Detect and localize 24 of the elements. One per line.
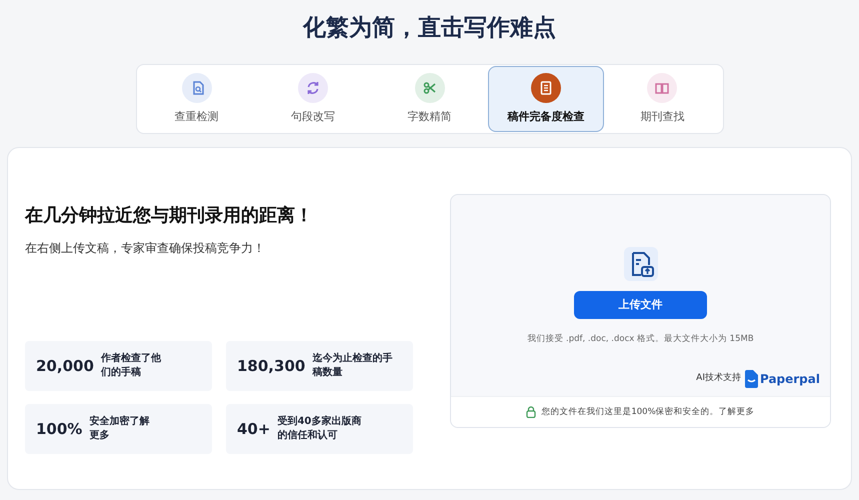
- powered-by-text: AI技术支持: [696, 372, 741, 386]
- stat-label: 安全加密了解更多: [89, 415, 150, 443]
- stat-label: 受到40多家出版商的信任和认可: [277, 415, 362, 443]
- stat-value: 20,000: [36, 356, 94, 377]
- stat-label: 作者检查了他们的手稿: [100, 352, 162, 380]
- stat-value: 180,300: [237, 356, 306, 377]
- page-heading: 化繁为简，直击写作难点: [303, 14, 556, 43]
- security-note: 您的文件在我们这里是100%保密和安全的。了解更多: [541, 406, 755, 418]
- logo-icon: [744, 370, 758, 388]
- file-upload-icon: [624, 247, 658, 281]
- stat-value: 100%: [36, 418, 82, 440]
- stat-label: 迄今为止检查的手稿数量: [312, 352, 394, 380]
- tab[interactable]: 稿件完备度检查: [488, 66, 604, 132]
- upload-button[interactable]: 上传文件: [574, 291, 707, 319]
- stat-value: 40+: [237, 418, 270, 440]
- section-title: 在几分钟拉近您与期刊录用的距离！: [25, 204, 314, 228]
- brand-logo: Paperpal: [744, 370, 820, 388]
- tab[interactable]: 句段改写: [254, 66, 372, 132]
- lock-icon: [526, 406, 536, 418]
- tab[interactable]: 查重检测: [138, 66, 255, 132]
- section-subtitle: 在右侧上传文稿，专家审查确保投稿竞争力！: [25, 240, 266, 257]
- tab[interactable]: 字数精简: [371, 66, 488, 132]
- format-note: 我们接受 .pdf, .doc, .docx 格式。最大文件大小为 15MB: [527, 333, 754, 346]
- tab[interactable]: 期刊查找: [604, 66, 721, 132]
